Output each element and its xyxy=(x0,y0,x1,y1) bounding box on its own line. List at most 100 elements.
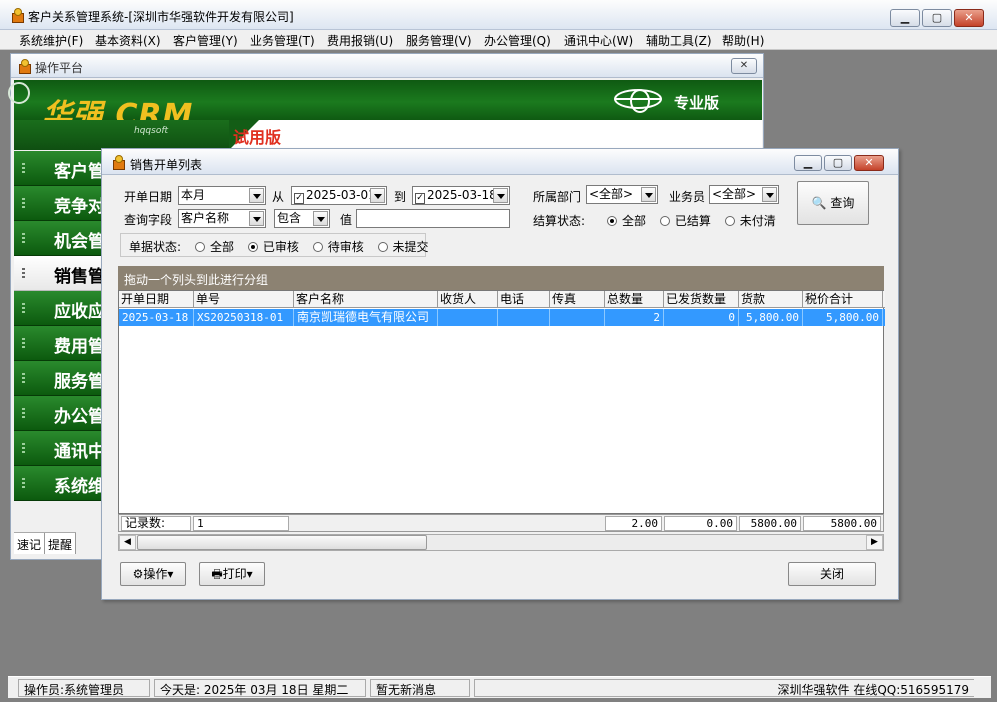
nav-opportunity[interactable]: 机会管 xyxy=(14,221,105,256)
menu-service[interactable]: 服务管理(V) xyxy=(406,32,472,49)
date-range-select[interactable]: 本月 xyxy=(178,186,266,205)
staff-select[interactable]: <全部> xyxy=(709,185,779,204)
footer-total: 5800.00 xyxy=(803,516,881,531)
sales-list-window: 销售开单列表 ▁ ▢ ✕ 开单日期 本月 从 ✓ 2025-03-01 到 ✓ 20… xyxy=(101,148,899,600)
menu-expense[interactable]: 费用报销(U) xyxy=(327,32,393,49)
nav-sales[interactable]: 销售管 xyxy=(14,256,105,291)
menu-tools[interactable]: 辅助工具(Z) xyxy=(646,32,712,49)
col-customer[interactable]: 客户名称 xyxy=(294,291,438,308)
module-nav: 客户管 竞争对 机会管 销售管 应收应 费用管 服务管 办公管 通讯中 系统维 xyxy=(14,151,105,503)
nav-system[interactable]: 系统维 xyxy=(14,466,105,501)
chevron-down-icon: ▾ xyxy=(167,567,174,581)
col-no[interactable]: 单号 xyxy=(194,291,294,308)
col-fax[interactable]: 传真 xyxy=(550,291,605,308)
dropdown-arrow-icon xyxy=(249,188,264,203)
tab-reminder[interactable]: 提醒 xyxy=(45,533,77,554)
sales-minimize-button[interactable]: ▁ xyxy=(794,155,822,171)
footer-amount: 5800.00 xyxy=(739,516,801,531)
menu-help[interactable]: 帮助(H) xyxy=(722,32,764,49)
grip-icon xyxy=(22,163,25,174)
sales-title-bar: 销售开单列表 ▁ ▢ ✕ xyxy=(102,149,898,175)
sales-close-button[interactable]: ✕ xyxy=(854,155,884,171)
op-title: 操作平台 xyxy=(35,61,84,75)
minimize-button[interactable]: ▁ xyxy=(890,9,920,27)
dropdown-arrow-icon xyxy=(313,211,328,226)
settle-done-radio[interactable]: 已结算 xyxy=(659,214,711,228)
dropdown-arrow-icon xyxy=(249,211,264,226)
col-total[interactable]: 税价合计 xyxy=(803,291,883,308)
grip-icon xyxy=(22,338,25,349)
search-icon: 🔍 xyxy=(811,196,827,210)
bill-pending-radio[interactable]: 待审核 xyxy=(312,240,364,254)
tab-notes[interactable]: 速记 xyxy=(14,533,46,554)
bill-approved-radio[interactable]: 已审核 xyxy=(247,240,299,254)
menu-business[interactable]: 业务管理(T) xyxy=(250,32,315,49)
record-count-label: 记录数: xyxy=(121,516,191,531)
nav-office[interactable]: 办公管 xyxy=(14,396,105,431)
nav-expense[interactable]: 费用管 xyxy=(14,326,105,361)
col-phone[interactable]: 电话 xyxy=(498,291,550,308)
close-window-button[interactable]: 关闭 xyxy=(788,562,876,586)
op-tabs: 速记 提醒 xyxy=(14,532,77,554)
col-receiver[interactable]: 收货人 xyxy=(438,291,498,308)
to-label: 到 xyxy=(394,190,407,204)
nav-competitor[interactable]: 竞争对 xyxy=(14,186,105,221)
menu-system[interactable]: 系统维护(F) xyxy=(19,32,83,49)
scroll-left-icon[interactable]: ◀ xyxy=(119,535,136,550)
to-date-picker[interactable]: ✓ 2025-03-18 xyxy=(412,186,510,205)
horizontal-scrollbar[interactable]: ◀ ▶ xyxy=(118,534,884,551)
print-button[interactable]: 🖶打印▾ xyxy=(199,562,265,586)
nav-receivable[interactable]: 应收应 xyxy=(14,291,105,326)
bill-all-radio[interactable]: 全部 xyxy=(195,240,234,254)
operator-select[interactable]: 包含 xyxy=(274,209,330,228)
scroll-thumb[interactable] xyxy=(137,535,427,550)
scroll-right-icon[interactable]: ▶ xyxy=(866,535,883,550)
grid-footer: 记录数: 1 2.00 0.00 5800.00 5800.00 xyxy=(118,514,884,532)
action-button[interactable]: ⚙操作▾ xyxy=(120,562,186,586)
bill-unsubmitted-radio[interactable]: 未提交 xyxy=(377,240,429,254)
menu-office[interactable]: 办公管理(Q) xyxy=(484,32,551,49)
value-input[interactable] xyxy=(356,209,510,228)
app-icon xyxy=(10,8,24,23)
query-button[interactable]: 🔍 查询 xyxy=(797,181,869,225)
grip-icon xyxy=(22,268,25,279)
menu-customer[interactable]: 客户管理(Y) xyxy=(173,32,238,49)
date-label: 开单日期 xyxy=(124,190,173,204)
sales-grid: 开单日期 单号 客户名称 收货人 电话 传真 总数量 已发货数量 货款 税价合计… xyxy=(118,290,885,514)
col-date[interactable]: 开单日期 xyxy=(119,291,194,308)
settle-unpaid-radio[interactable]: 未付清 xyxy=(724,214,776,228)
globe-small-icon xyxy=(8,82,30,104)
table-row[interactable]: 2025-03-18 XS20250318-01 南京凯瑞德电气有限公司 2 0… xyxy=(119,309,885,326)
nav-service[interactable]: 服务管 xyxy=(14,361,105,396)
bill-status-box: 单据状态: 全部 已审核 待审核 未提交 xyxy=(120,233,429,257)
menu-comm[interactable]: 通讯中心(W) xyxy=(564,32,633,49)
sales-maximize-button[interactable]: ▢ xyxy=(824,155,852,171)
check-icon[interactable]: ✓ xyxy=(294,193,304,204)
nav-customer[interactable]: 客户管 xyxy=(14,151,105,186)
field-select[interactable]: 客户名称 xyxy=(178,209,266,228)
from-date-picker[interactable]: ✓ 2025-03-01 xyxy=(291,186,387,205)
op-title-bar: 操作平台 ✕ xyxy=(11,54,763,78)
settle-label: 结算状态: xyxy=(533,214,586,228)
col-amount[interactable]: 货款 xyxy=(739,291,803,308)
status-bar: 操作员:系统管理员 今天是: 2025年 03月 18日 星期二 暂无新消息 深… xyxy=(8,676,991,698)
check-icon[interactable]: ✓ xyxy=(415,193,425,204)
nav-comm[interactable]: 通讯中 xyxy=(14,431,105,466)
col-qty[interactable]: 总数量 xyxy=(605,291,664,308)
sales-window-controls: ▁ ▢ ✕ xyxy=(794,155,884,171)
chevron-down-icon: ▾ xyxy=(246,567,253,581)
maximize-button[interactable]: ▢ xyxy=(922,9,952,27)
bill-status-radio-group: 全部 已审核 待审核 未提交 xyxy=(195,238,439,255)
settle-all-radio[interactable]: 全部 xyxy=(607,214,646,228)
dept-select[interactable]: <全部> xyxy=(586,185,658,204)
col-shipped[interactable]: 已发货数量 xyxy=(664,291,739,308)
op-close-button[interactable]: ✕ xyxy=(731,58,757,74)
grip-icon xyxy=(22,303,25,314)
grip-icon xyxy=(22,408,25,419)
footer-qty: 2.00 xyxy=(605,516,662,531)
menu-basic-data[interactable]: 基本资料(X) xyxy=(95,32,161,49)
menu-bar: 系统维护(F) 基本资料(X) 客户管理(Y) 业务管理(T) 费用报销(U) … xyxy=(0,30,997,50)
close-button[interactable]: ✕ xyxy=(954,9,984,27)
globe-icon xyxy=(614,89,662,113)
group-panel[interactable]: 拖动一个列头到此进行分组 xyxy=(118,266,884,290)
